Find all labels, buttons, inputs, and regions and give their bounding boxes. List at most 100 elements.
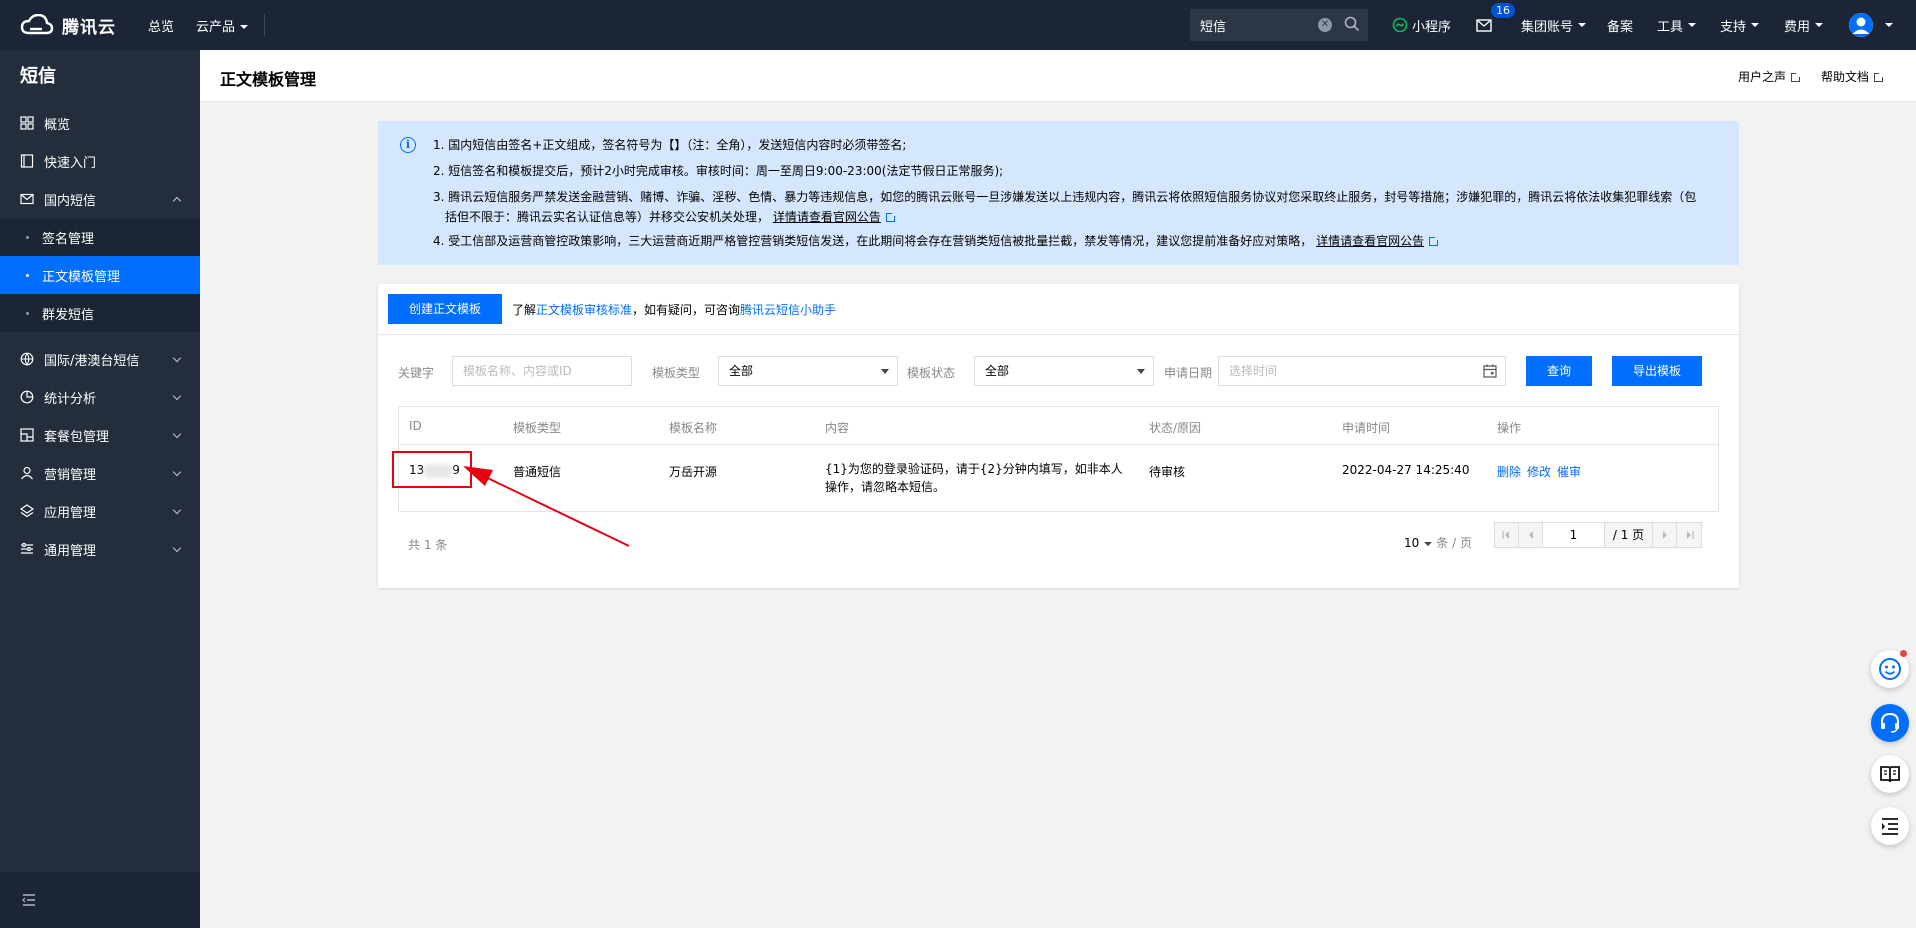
sidebar-item-statistics[interactable]: 统计分析 [0,378,200,416]
review-standard-link[interactable]: 正文模板审核标准 [536,303,632,317]
sidebar-item-applications[interactable]: 应用管理 [0,492,200,530]
support-headset-button[interactable] [1871,704,1909,742]
page-title: 正文模板管理 [220,70,317,89]
template-content: {1}为您的登录验证码，请于{2}分钟内填写，如非本人操作，请忽略本短信。 [825,462,1123,494]
template-status-select[interactable]: 全部 [974,356,1154,386]
page-size-value: 10 [1404,536,1420,550]
pagination: 1 / 1 页 [1494,522,1702,548]
sms-assistant-link[interactable]: 腾讯云短信小助手 [740,303,836,317]
keyword-label: 关键字 [398,366,435,380]
help-docs-link[interactable]: 帮助文档 [1821,68,1885,85]
chevron-down-icon[interactable] [1885,23,1893,27]
miniprogram-icon [1392,17,1408,33]
sidebar-item-domestic-sms[interactable]: 国内短信 [0,180,200,218]
date-placeholder: 选择时间 [1229,364,1278,378]
settings-list-icon [21,543,33,554]
sidebar-collapse-button[interactable] [0,872,200,928]
list-indent-icon [1882,818,1898,835]
last-page-icon [1687,531,1694,539]
last-page-button[interactable] [1677,523,1701,547]
page-size-select[interactable]: 10 条 / 页 [1404,534,1472,551]
export-template-button[interactable]: 导出模板 [1612,356,1702,386]
total-pages: / 1 页 [1605,523,1653,547]
chevron-down-icon [1751,23,1760,27]
sidebar-item-label: 营销管理 [44,467,97,483]
collapse-menu-icon [22,894,35,906]
book-icon [20,154,34,168]
create-template-button[interactable]: 创建正文模板 [388,294,502,324]
keyword-input[interactable]: 模板名称、内容或ID [452,356,632,386]
sidebar-item-overview[interactable]: 概览 [0,104,200,142]
sidebar-item-general[interactable]: 通用管理 [0,530,200,568]
headset-icon [1881,712,1899,733]
page-size-unit: 条 / 页 [1436,536,1472,550]
sidebar-item-label: 概览 [44,117,71,133]
next-page-button[interactable] [1653,523,1677,547]
search-icon[interactable] [1344,16,1360,32]
sidebar-subitem-bulk-sms[interactable]: 群发短信 [0,294,200,332]
expedite-review-link[interactable]: 催审 [1557,465,1581,479]
template-type-label: 模板类型 [652,366,701,380]
sidebar-subitem-template[interactable]: 正文模板管理 [0,256,200,294]
search-input[interactable]: 短信 ✕ [1190,9,1368,41]
clear-icon[interactable]: ✕ [1318,18,1332,32]
layers-icon [20,504,34,518]
help-middle: ，如有疑问，可咨询 [632,303,741,317]
user-avatar-icon [1849,13,1873,37]
chevron-down-icon [881,369,889,374]
notice-line: 4. 受工信部及运营商管控政策影响，三大运营商近期严格管控营销类短信发送，在此期… [433,231,1719,251]
edit-link[interactable]: 修改 [1527,465,1551,479]
message-count-badge: 16 [1490,2,1516,19]
miniprogram-link[interactable]: 小程序 [1392,0,1451,50]
page-number-input[interactable]: 1 [1543,523,1605,547]
external-link-icon [885,211,897,222]
sidebar-item-packages[interactable]: 套餐包管理 [0,416,200,454]
menu-list-button[interactable] [1871,807,1909,845]
user-voice-link[interactable]: 用户之声 [1738,68,1802,85]
annotation-arrow-icon [463,466,630,547]
filing-link[interactable]: 备案 [1607,0,1633,50]
avatar[interactable] [1849,13,1873,37]
notice-link[interactable]: 详情请查看官网公告 [1316,234,1424,248]
brand-name: 腾讯云 [62,17,116,38]
grid-icon [20,116,34,130]
delete-link[interactable]: 删除 [1497,465,1521,479]
notice-link[interactable]: 详情请查看官网公告 [773,210,881,224]
group-account-menu[interactable]: 集团账号 [1521,0,1587,50]
sidebar-subitem-signature[interactable]: 签名管理 [0,218,200,256]
customer-service-bot-button[interactable] [1871,650,1909,688]
billing-menu[interactable]: 费用 [1784,0,1824,50]
prev-page-button[interactable] [1519,523,1543,547]
page-header: 正文模板管理 用户之声 帮助文档 [200,50,1916,102]
template-type-select[interactable]: 全部 [718,356,898,386]
first-page-button[interactable] [1495,523,1519,547]
external-link-icon [1429,235,1441,246]
date-picker[interactable]: 选择时间 [1218,356,1506,386]
user-icon [21,466,33,480]
notification-dot [1900,650,1907,657]
tencent-cloud-logo[interactable]: 腾讯云 [20,0,116,50]
chevron-down-icon [1578,23,1587,27]
column-header: ID [409,419,422,433]
query-button[interactable]: 查询 [1526,356,1592,386]
support-menu[interactable]: 支持 [1720,0,1760,50]
table-header: ID 模板类型 模板名称 内容 状态/原因 申请时间 操作 [399,407,1718,445]
sidebar-title: 短信 [20,66,56,87]
search-input-value: 短信 [1200,19,1227,35]
nav-overview[interactable]: 总览 [148,16,174,35]
chevron-down-icon [172,505,182,515]
sidebar-item-marketing[interactable]: 营销管理 [0,454,200,492]
nav-products[interactable]: 云产品 [196,16,249,35]
column-header: 模板名称 [669,421,718,435]
column-header: 内容 [825,421,850,435]
apply-time: 2022-04-27 14:25:40 [1342,463,1470,477]
tools-menu[interactable]: 工具 [1657,0,1697,50]
sidebar-item-international-sms[interactable]: 国际/港澳台短信 [0,340,200,378]
mail-icon [20,193,34,205]
calendar-icon [1483,364,1497,378]
documentation-button[interactable] [1871,755,1909,793]
sidebar-item-quickstart[interactable]: 快速入门 [0,142,200,180]
nav-products-label: 云产品 [196,19,236,35]
divider [264,14,266,36]
template-name: 万岳开源 [669,465,718,479]
